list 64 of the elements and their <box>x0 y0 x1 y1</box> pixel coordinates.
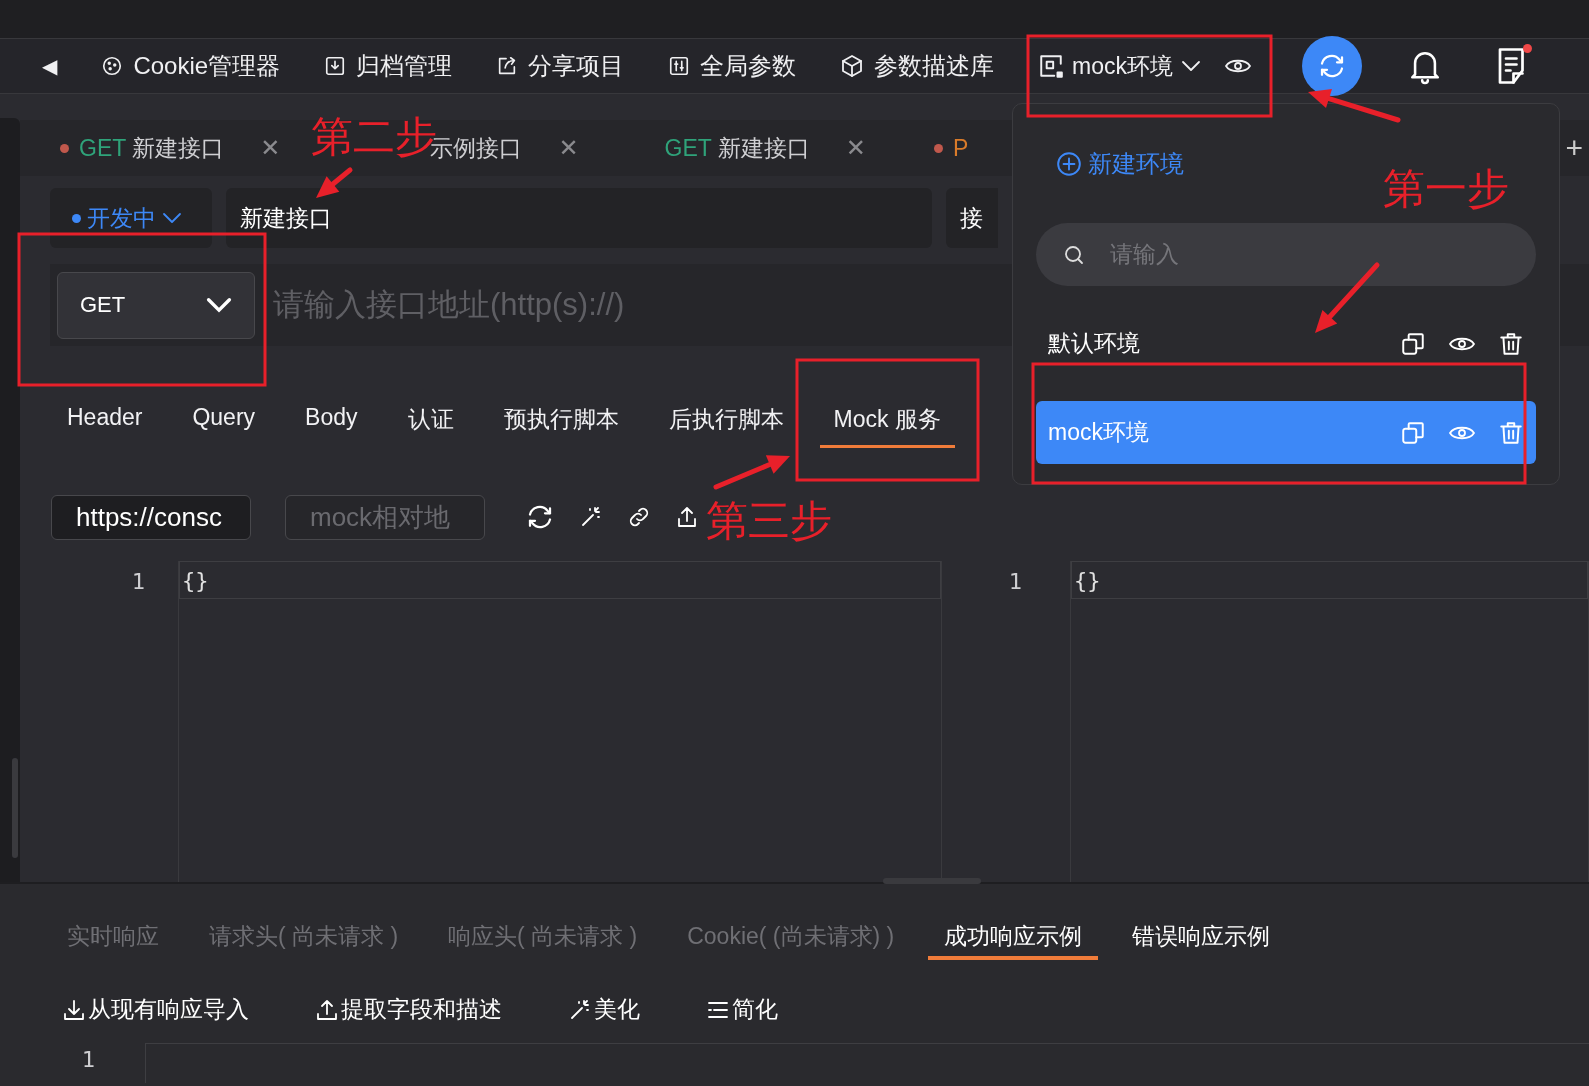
method-select[interactable]: GET <box>57 271 255 339</box>
status-dot <box>72 213 81 223</box>
param-tab[interactable]: Query <box>178 404 270 448</box>
param-tab[interactable]: 认证 <box>393 404 468 448</box>
chevron-down-icon <box>1181 60 1202 72</box>
environment-icon <box>1038 53 1065 79</box>
environment-selector[interactable]: mock环境 <box>1034 42 1263 90</box>
copy-icon <box>1400 330 1426 357</box>
sync-button[interactable] <box>1302 36 1363 96</box>
method-label: P <box>952 134 969 162</box>
request-tab[interactable]: GET 新建接口 ✕ <box>60 132 281 164</box>
new-environment-button[interactable]: 新建环境 <box>1056 148 1184 180</box>
method-label: GET <box>664 134 712 162</box>
toolbar-button[interactable]: 归档管理 <box>324 50 453 82</box>
response-tab[interactable]: 错误响应示例 <box>1132 916 1271 960</box>
cube-icon <box>840 54 865 78</box>
upload-icon <box>315 997 339 1022</box>
close-icon[interactable]: ✕ <box>845 134 866 162</box>
action-button[interactable]: 简化 <box>706 994 778 1025</box>
action-button[interactable]: 提取字段和描述 <box>315 994 502 1025</box>
name-field[interactable]: 新建接口 <box>226 188 932 248</box>
download-box-icon <box>324 55 347 77</box>
param-tab[interactable]: Body <box>291 404 372 448</box>
toolbar-button[interactable]: Cookie管理器 <box>101 50 281 82</box>
param-tab[interactable]: Mock 服务 <box>819 404 955 448</box>
chevron-down-icon <box>206 297 232 313</box>
environment-item[interactable]: 默认环境 <box>1036 312 1536 375</box>
annotation-label: 第三步 <box>706 500 832 542</box>
method-label: GET <box>79 134 127 162</box>
param-tab[interactable]: Header <box>53 404 157 448</box>
request-tab[interactable]: P <box>933 134 969 162</box>
toolbar-button[interactable]: 全局参数 <box>668 50 797 82</box>
param-tab[interactable]: 预执行脚本 <box>489 404 633 448</box>
url-field[interactable]: https://consc <box>51 494 251 540</box>
trash-icon <box>1498 330 1524 357</box>
close-icon[interactable]: ✕ <box>558 134 579 162</box>
line-number: 1 <box>1007 568 1023 596</box>
cookie-icon <box>101 55 124 77</box>
close-icon[interactable]: ✕ <box>260 134 281 162</box>
request-tab[interactable]: GET 新建接口 ✕ <box>664 132 866 164</box>
annotation-label: 第一步 <box>1383 168 1509 210</box>
action-button[interactable]: 从现有响应导入 <box>62 994 249 1025</box>
toolbar-button[interactable]: 分享项目 <box>496 50 625 82</box>
add-tab-button[interactable]: + <box>1565 131 1583 165</box>
plus-circle-icon <box>1056 151 1082 177</box>
param-tab[interactable]: 后执行脚本 <box>654 404 798 448</box>
text-field[interactable]: 接 <box>946 188 998 248</box>
status-selector[interactable]: 开发中 <box>50 188 212 248</box>
download-icon <box>62 997 86 1022</box>
sliders-icon <box>668 55 691 77</box>
tab-title: 新建接口 <box>132 133 225 163</box>
line-number: 1 <box>80 1046 96 1074</box>
tab-title: 新建接口 <box>717 133 810 163</box>
annotation-arrow <box>316 167 353 198</box>
chevron-down-icon <box>162 212 182 224</box>
copy-icon <box>1400 419 1426 446</box>
line-number: 1 <box>130 568 146 596</box>
magic-wand-icon <box>568 997 592 1022</box>
trash-icon <box>1498 419 1524 446</box>
response-tab[interactable]: 成功响应示例 <box>928 916 1099 960</box>
toolbar-button[interactable]: 参数描述库 <box>840 50 995 82</box>
action-button[interactable]: 美化 <box>568 994 640 1025</box>
back-button[interactable]: ◀ <box>42 54 58 78</box>
annotation-arrow <box>1315 262 1380 333</box>
